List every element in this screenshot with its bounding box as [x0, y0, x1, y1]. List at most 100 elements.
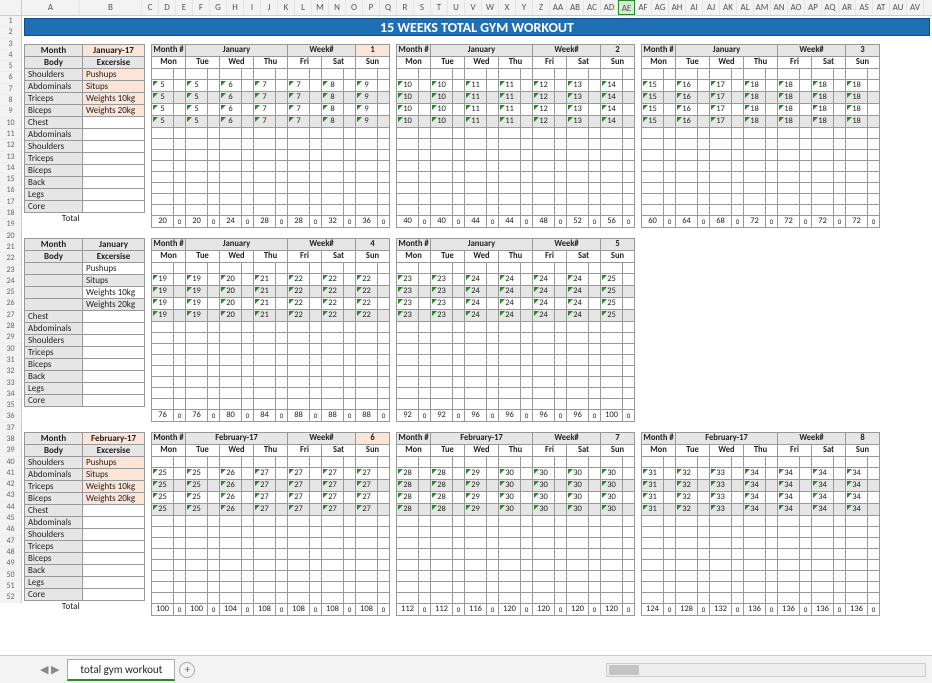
sub-cell[interactable]: [453, 92, 465, 104]
value-cell[interactable]: 34: [744, 468, 766, 480]
sub-cell[interactable]: [242, 366, 254, 377]
value-cell[interactable]: 5: [152, 104, 174, 116]
sub-cell[interactable]: [589, 286, 601, 298]
empty-cell[interactable]: [152, 150, 174, 161]
value-cell[interactable]: 26: [220, 492, 242, 504]
empty-cell[interactable]: [533, 388, 555, 399]
sub-cell[interactable]: [242, 128, 254, 139]
sub-cell[interactable]: [310, 582, 322, 593]
empty-cell[interactable]: [397, 128, 419, 139]
sub-cell[interactable]: [623, 388, 635, 399]
sub-cell[interactable]: [419, 286, 431, 298]
col-B[interactable]: B: [80, 0, 142, 15]
value-cell[interactable]: 28: [397, 504, 419, 516]
empty-cell[interactable]: [254, 333, 276, 344]
value-cell[interactable]: 22: [356, 286, 378, 298]
sub-cell[interactable]: [555, 388, 567, 399]
sub-cell[interactable]: [732, 468, 744, 480]
sub-cell[interactable]: [521, 333, 533, 344]
col-AI[interactable]: AI: [686, 0, 703, 15]
sub-cell[interactable]: [174, 582, 186, 593]
sub-cell[interactable]: [487, 516, 499, 527]
empty-cell[interactable]: [499, 538, 521, 549]
sub-cell[interactable]: [732, 194, 744, 205]
value-cell[interactable]: 17: [710, 116, 732, 128]
sub-cell[interactable]: [174, 549, 186, 560]
sub-cell[interactable]: [378, 516, 390, 527]
empty-cell[interactable]: [533, 344, 555, 355]
sub-cell[interactable]: [623, 355, 635, 366]
sub-cell[interactable]: [623, 128, 635, 139]
empty-cell[interactable]: [778, 582, 800, 593]
empty-cell[interactable]: [499, 549, 521, 560]
value-cell[interactable]: 28: [431, 492, 453, 504]
empty-cell[interactable]: [397, 549, 419, 560]
empty-cell[interactable]: [186, 161, 208, 172]
col-AA[interactable]: AA: [550, 0, 567, 15]
empty-cell[interactable]: [601, 377, 623, 388]
sub-cell[interactable]: [453, 194, 465, 205]
empty-cell[interactable]: [220, 183, 242, 194]
empty-cell[interactable]: [601, 355, 623, 366]
empty-cell[interactable]: [431, 322, 453, 333]
empty-cell[interactable]: [642, 527, 664, 538]
body-part[interactable]: Abdominals: [25, 129, 83, 141]
value-cell[interactable]: 8: [322, 80, 344, 92]
empty-cell[interactable]: [186, 527, 208, 538]
sub-cell[interactable]: [276, 128, 288, 139]
sub-cell[interactable]: [487, 538, 499, 549]
value-cell[interactable]: 33: [710, 504, 732, 516]
sub-cell[interactable]: [453, 344, 465, 355]
empty-cell[interactable]: [431, 355, 453, 366]
sub-cell[interactable]: [487, 399, 499, 410]
week-number[interactable]: 5: [601, 239, 635, 251]
exercise-cell[interactable]: Weights 20kg: [83, 299, 145, 311]
sub-cell[interactable]: [419, 310, 431, 322]
sub-cell[interactable]: [453, 183, 465, 194]
empty-cell[interactable]: [710, 128, 732, 139]
value-cell[interactable]: 6: [220, 92, 242, 104]
sub-cell[interactable]: [589, 333, 601, 344]
value-cell[interactable]: 18: [778, 80, 800, 92]
empty-cell[interactable]: [710, 538, 732, 549]
empty-cell[interactable]: [601, 172, 623, 183]
empty-cell[interactable]: [533, 399, 555, 410]
value-cell[interactable]: 30: [533, 492, 555, 504]
empty-cell[interactable]: [710, 139, 732, 150]
sub-cell[interactable]: [242, 582, 254, 593]
value-cell[interactable]: 22: [322, 298, 344, 310]
body-part[interactable]: Abdominals: [25, 323, 83, 335]
col-AH[interactable]: AH: [669, 0, 686, 15]
sub-cell[interactable]: [310, 161, 322, 172]
empty-cell[interactable]: [322, 582, 344, 593]
scrollbar-thumb[interactable]: [609, 665, 639, 675]
empty-cell[interactable]: [152, 527, 174, 538]
sub-cell[interactable]: [344, 377, 356, 388]
sub-cell[interactable]: [174, 80, 186, 92]
col-AG[interactable]: AG: [652, 0, 669, 15]
empty-cell[interactable]: [186, 560, 208, 571]
sub-cell[interactable]: [521, 286, 533, 298]
empty-cell[interactable]: [676, 194, 698, 205]
col-Q[interactable]: Q: [380, 0, 397, 15]
sub-cell[interactable]: [453, 468, 465, 480]
empty-cell[interactable]: [152, 183, 174, 194]
value-cell[interactable]: 34: [778, 480, 800, 492]
sub-cell[interactable]: [623, 399, 635, 410]
empty-cell[interactable]: [220, 377, 242, 388]
sub-cell[interactable]: [174, 516, 186, 527]
empty-cell[interactable]: [465, 516, 487, 527]
sub-cell[interactable]: [555, 333, 567, 344]
sub-cell[interactable]: [453, 571, 465, 582]
empty-cell[interactable]: [710, 183, 732, 194]
body-part[interactable]: [25, 299, 83, 311]
sub-cell[interactable]: [487, 310, 499, 322]
empty-cell[interactable]: [465, 150, 487, 161]
exercise-cell[interactable]: [83, 347, 145, 359]
empty-cell[interactable]: [254, 194, 276, 205]
sub-cell[interactable]: [378, 468, 390, 480]
sub-cell[interactable]: [419, 92, 431, 104]
row-47[interactable]: 47: [0, 536, 21, 547]
value-cell[interactable]: 29: [465, 492, 487, 504]
empty-cell[interactable]: [465, 205, 487, 216]
